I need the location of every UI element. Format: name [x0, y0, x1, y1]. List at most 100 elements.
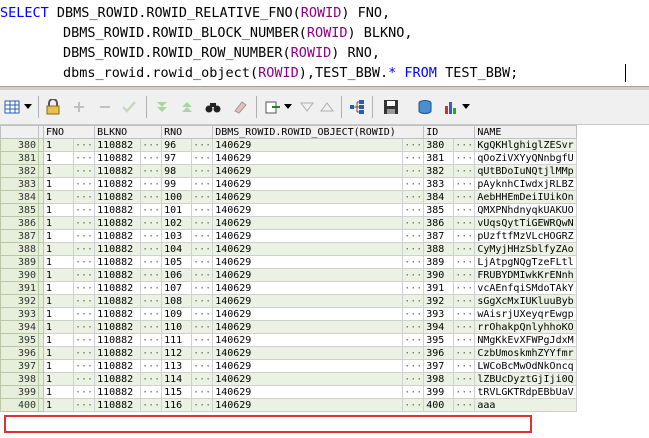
- cell-expand-button[interactable]: ···: [402, 372, 425, 386]
- cell-expand-button[interactable]: ···: [72, 320, 96, 334]
- cell-fno[interactable]: 1: [43, 203, 74, 217]
- cell-rno[interactable]: 107: [161, 281, 193, 295]
- cell-obj[interactable]: 140629: [212, 307, 404, 321]
- cell-id[interactable]: 387: [423, 229, 455, 243]
- cell-expand-button[interactable]: ···: [191, 294, 214, 308]
- cell-rno[interactable]: 96: [161, 138, 193, 152]
- cell-expand-button[interactable]: ···: [191, 268, 214, 282]
- cell-expand-button[interactable]: ···: [402, 398, 425, 412]
- cell-fno[interactable]: 1: [43, 359, 74, 373]
- cell-expand-button[interactable]: ···: [140, 320, 163, 334]
- cell-expand-button[interactable]: ···: [140, 372, 163, 386]
- cell-obj[interactable]: 140629: [212, 190, 404, 204]
- cell-expand-button[interactable]: ···: [453, 359, 476, 373]
- cell-obj[interactable]: 140629: [212, 281, 404, 295]
- row-number[interactable]: 382: [0, 164, 39, 178]
- cell-obj[interactable]: 140629: [212, 177, 404, 191]
- row-number[interactable]: 388: [0, 242, 39, 256]
- table-row[interactable]: 386 1 ··· 110882 ··· 102 ··· 140629 ··· 386 ··· vUq…: [0, 216, 577, 230]
- cell-id[interactable]: 400: [423, 398, 455, 412]
- cell-expand-button[interactable]: ···: [191, 307, 214, 321]
- cell-expand-button[interactable]: ···: [140, 242, 163, 256]
- row-number[interactable]: 383: [0, 177, 39, 191]
- cell-expand-button[interactable]: ···: [72, 268, 96, 282]
- row-number[interactable]: 380: [0, 138, 39, 152]
- cell-fno[interactable]: 1: [43, 333, 74, 347]
- cell-blk[interactable]: 110882: [94, 307, 142, 321]
- cell-expand-button[interactable]: ···: [402, 177, 425, 191]
- cell-expand-button[interactable]: ···: [140, 255, 163, 269]
- filter-down-icon[interactable]: [151, 96, 173, 118]
- cell-blk[interactable]: 110882: [94, 385, 142, 399]
- cell-expand-button[interactable]: ···: [140, 268, 163, 282]
- cell-expand-button[interactable]: ···: [453, 255, 476, 269]
- cell-expand-button[interactable]: ···: [72, 151, 96, 165]
- cell-expand-button[interactable]: ···: [191, 281, 214, 295]
- cell-obj[interactable]: 140629: [212, 164, 404, 178]
- cell-name[interactable]: tRVLGKTRdpEBbUaV: [474, 385, 577, 399]
- cell-expand-button[interactable]: ···: [402, 333, 425, 347]
- tree-icon[interactable]: [346, 96, 368, 118]
- row-number[interactable]: 391: [0, 281, 39, 295]
- cell-rno[interactable]: 114: [161, 372, 193, 386]
- cell-expand-button[interactable]: ···: [191, 203, 214, 217]
- cell-expand-button[interactable]: ···: [453, 346, 476, 360]
- cell-blk[interactable]: 110882: [94, 255, 142, 269]
- cell-expand-button[interactable]: ···: [453, 385, 476, 399]
- row-number[interactable]: 389: [0, 255, 39, 269]
- cell-expand-button[interactable]: ···: [140, 385, 163, 399]
- cell-rno[interactable]: 100: [161, 190, 193, 204]
- remove-icon[interactable]: [94, 96, 116, 118]
- cell-obj[interactable]: 140629: [212, 385, 404, 399]
- cell-blk[interactable]: 110882: [94, 346, 142, 360]
- cell-expand-button[interactable]: ···: [191, 359, 214, 373]
- table-row[interactable]: 383 1 ··· 110882 ··· 99 ··· 140629 ··· 383 ··· pAyk…: [0, 177, 577, 191]
- cell-name[interactable]: pAyknhCIwdxjRLBZ: [474, 177, 577, 191]
- cell-id[interactable]: 384: [423, 190, 455, 204]
- cell-rno[interactable]: 101: [161, 203, 193, 217]
- cell-id[interactable]: 388: [423, 242, 455, 256]
- cell-blk[interactable]: 110882: [94, 177, 142, 191]
- cell-rno[interactable]: 109: [161, 307, 193, 321]
- cell-id[interactable]: 396: [423, 346, 455, 360]
- table-row[interactable]: 400 1 ··· 110882 ··· 116 ··· 140629 ··· 400 ··· aaa: [0, 398, 577, 412]
- binoculars-icon[interactable]: [202, 96, 224, 118]
- cell-rno[interactable]: 111: [161, 333, 193, 347]
- cell-blk[interactable]: 110882: [94, 333, 142, 347]
- cell-expand-button[interactable]: ···: [140, 229, 163, 243]
- cell-expand-button[interactable]: ···: [140, 164, 163, 178]
- cell-expand-button[interactable]: ···: [453, 372, 476, 386]
- row-number-header[interactable]: [0, 125, 39, 139]
- cell-expand-button[interactable]: ···: [191, 164, 214, 178]
- cell-expand-button[interactable]: ···: [72, 242, 96, 256]
- cell-expand-button[interactable]: ···: [402, 229, 425, 243]
- check-icon[interactable]: [118, 96, 140, 118]
- cell-rno[interactable]: 102: [161, 216, 193, 230]
- cell-fno[interactable]: 1: [43, 229, 74, 243]
- cell-name[interactable]: lZBUcDyztGjIji0Q: [474, 372, 577, 386]
- cell-id[interactable]: 389: [423, 255, 455, 269]
- cell-expand-button[interactable]: ···: [191, 151, 214, 165]
- cell-obj[interactable]: 140629: [212, 320, 404, 334]
- cell-expand-button[interactable]: ···: [191, 216, 214, 230]
- cell-expand-button[interactable]: ···: [72, 255, 96, 269]
- cell-expand-button[interactable]: ···: [140, 346, 163, 360]
- cell-expand-button[interactable]: ···: [140, 190, 163, 204]
- cell-id[interactable]: 392: [423, 294, 455, 308]
- cell-expand-button[interactable]: ···: [453, 294, 476, 308]
- cell-name[interactable]: pUzftfMzVLcHOGRZ: [474, 229, 577, 243]
- cell-expand-button[interactable]: ···: [140, 398, 163, 412]
- table-row[interactable]: 390 1 ··· 110882 ··· 106 ··· 140629 ··· 390 ··· FRU…: [0, 268, 577, 282]
- cell-rno[interactable]: 99: [161, 177, 193, 191]
- cell-obj[interactable]: 140629: [212, 359, 404, 373]
- cell-expand-button[interactable]: ···: [453, 164, 476, 178]
- cell-blk[interactable]: 110882: [94, 359, 142, 373]
- cell-obj[interactable]: 140629: [212, 333, 404, 347]
- cell-name[interactable]: rrOhakpQnlyhhoKO: [474, 320, 577, 334]
- cell-name[interactable]: LWCoBcMwOdNkOncq: [474, 359, 577, 373]
- cell-name[interactable]: CyMyjHHzSblfyZAo: [474, 242, 577, 256]
- cell-expand-button[interactable]: ···: [402, 281, 425, 295]
- cell-expand-button[interactable]: ···: [191, 255, 214, 269]
- cell-expand-button[interactable]: ···: [140, 177, 163, 191]
- cell-expand-button[interactable]: ···: [191, 177, 214, 191]
